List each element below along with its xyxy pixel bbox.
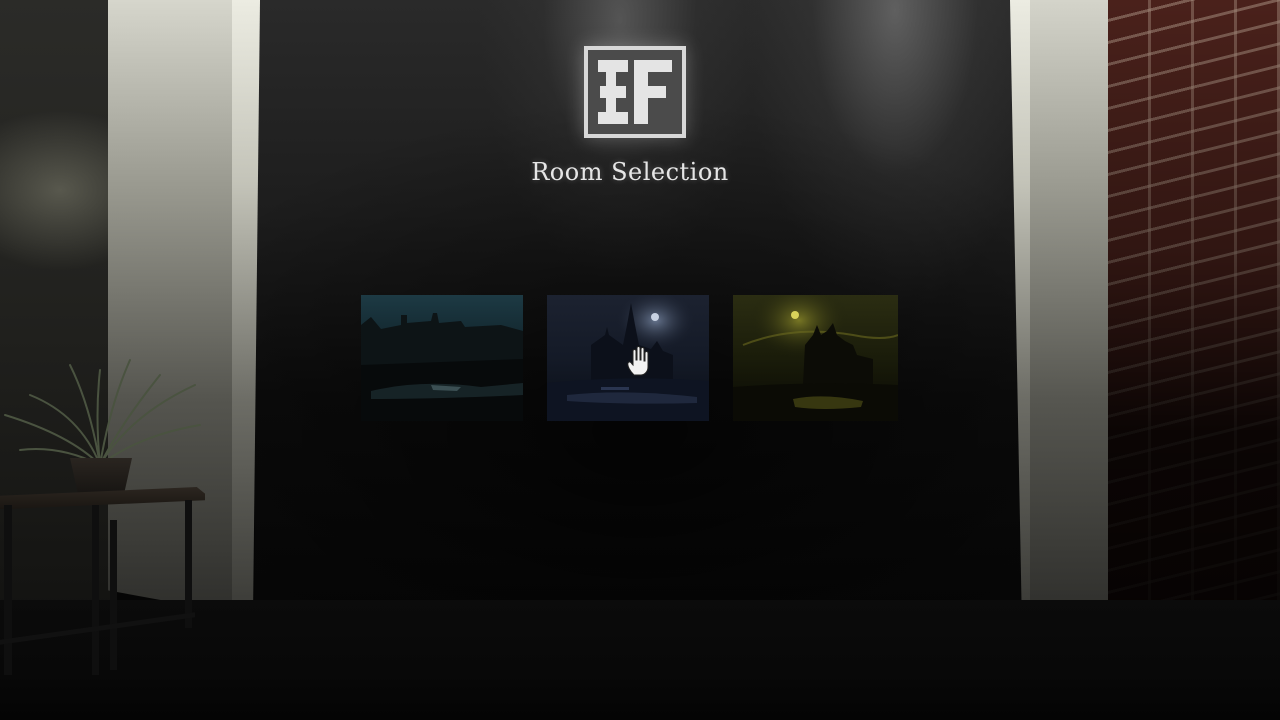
logo-glyph	[592, 54, 678, 130]
table-leg	[110, 520, 117, 670]
plant-leaves	[4, 359, 201, 466]
hand-cursor-icon	[627, 346, 649, 376]
game-scene: Room Selection	[0, 0, 1280, 720]
room-1-thumbnail	[361, 295, 523, 421]
ef-logo-icon	[584, 46, 686, 138]
floor	[0, 600, 1280, 720]
room-card-3[interactable]	[733, 295, 898, 421]
table-leg	[92, 505, 99, 675]
left-pillar	[108, 0, 243, 615]
room-3-thumbnail	[733, 295, 898, 421]
screen-title: Room Selection	[531, 158, 729, 186]
table-leg	[4, 505, 12, 675]
room-card-1[interactable]	[361, 295, 523, 421]
table-leg	[185, 500, 192, 628]
